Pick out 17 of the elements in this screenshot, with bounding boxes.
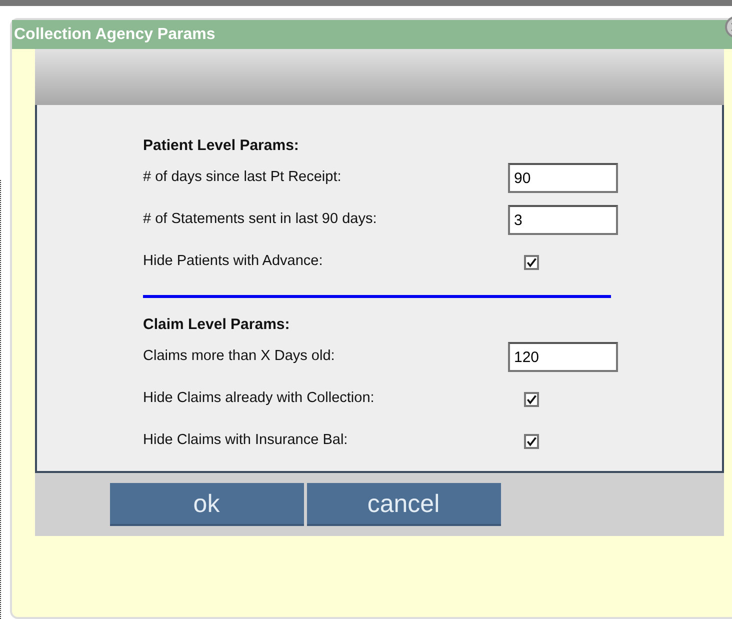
ok-button[interactable]: ok: [110, 483, 304, 526]
input-field[interactable]: 90: [508, 163, 618, 193]
input-field[interactable]: 3: [508, 205, 618, 235]
field-label: Hide Patients with Advance:: [143, 252, 324, 272]
field-label: Claims more than X Days old:: [143, 347, 336, 366]
field-label: Hide Claims already with Collection:: [143, 389, 376, 408]
cancel-button[interactable]: cancel: [306, 483, 500, 526]
section-heading: Claim Level Params:: [143, 314, 290, 334]
checkbox[interactable]: [524, 434, 539, 448]
checkbox[interactable]: [524, 254, 539, 270]
field-label: # of Statements sent in last 90 days:: [143, 210, 378, 230]
input-field[interactable]: 120: [508, 342, 618, 372]
section-heading: Patient Level Params:: [143, 136, 299, 156]
field-label: # of days since last Pt Receipt:: [143, 168, 342, 188]
checkbox[interactable]: [524, 392, 539, 406]
field-label: Hide Claims with Insurance Bal:: [143, 431, 349, 450]
dialog-title: Collection Agency Params: [12, 20, 732, 49]
